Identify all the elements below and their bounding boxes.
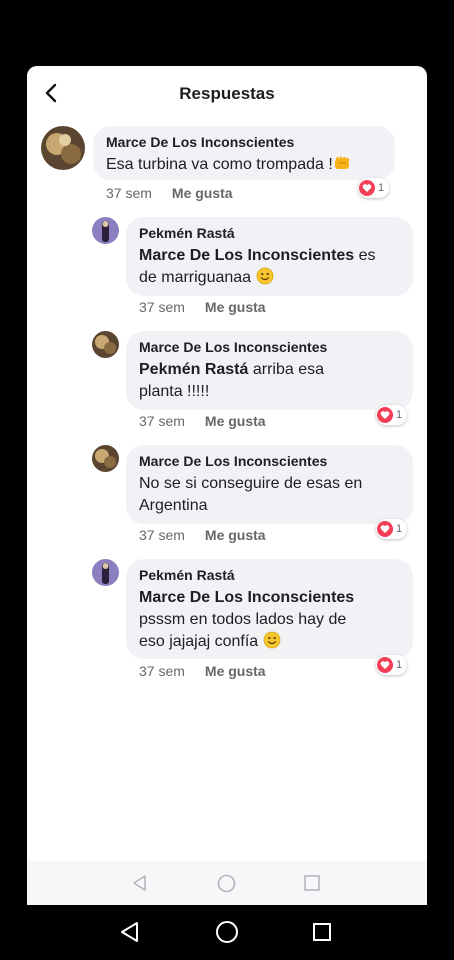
like-button[interactable]: Me gusta [205,527,266,543]
comment-bubble[interactable]: Marce De Los Inconscientes Pekmén Rastá … [126,331,413,410]
smile-emoji-icon [263,631,281,649]
like-button[interactable]: Me gusta [205,299,266,315]
smile-emoji-icon [256,267,274,285]
comment-bubble[interactable]: Marce De Los Inconscientes Esa turbina v… [93,126,395,180]
comment-text: Marce De Los Inconscientes psssm en todos… [139,589,355,650]
comment-bubble[interactable]: Pekmén Rastá Marce De Los Inconscientes … [126,217,413,296]
system-home-icon[interactable] [215,920,239,944]
comment-meta: 37 sem Me gusta [139,527,266,543]
reaction-summary[interactable]: 1 [376,519,408,539]
comment-text: Marce De Los Inconscientes es de marrigua… [139,247,376,286]
comment-time: 37 sem [139,663,185,679]
comment-text: Esa turbina va como trompada ! [106,154,383,176]
back-triangle-icon[interactable] [131,874,149,892]
comment-text: Pekmén Rastá arriba esa planta !!!!! [139,361,324,400]
comment-meta: 37 sem Me gusta [139,413,266,429]
comment-time: 37 sem [139,299,185,315]
home-circle-icon[interactable] [217,874,236,893]
avatar[interactable] [92,217,119,244]
like-button[interactable]: Me gusta [205,413,266,429]
comment-bubble[interactable]: Pekmén Rastá Marce De Los Inconscientes p… [126,559,413,659]
reaction-count: 1 [396,409,403,421]
reaction-count: 1 [396,523,403,535]
recents-square-icon[interactable] [303,874,321,892]
like-button[interactable]: Me gusta [172,185,233,201]
comment-author[interactable]: Marce De Los Inconscientes [106,134,383,151]
page-title: Respuestas [179,84,275,103]
comment-author[interactable]: Pekmén Rastá [139,567,401,584]
heart-reaction-icon [377,657,393,673]
mention-link[interactable]: Pekmén Rastá [139,361,248,378]
mention-link[interactable]: Marce De Los Inconscientes [139,247,354,264]
heart-reaction-icon [377,407,393,423]
comment-author[interactable]: Pekmén Rastá [139,225,401,242]
reaction-count: 1 [396,659,403,671]
inner-nav-bar [27,861,427,905]
reaction-summary[interactable]: 1 [376,655,408,675]
comment-meta: 37 sem Me gusta [106,185,233,201]
reaction-count: 1 [378,182,385,194]
heart-reaction-icon [377,521,393,537]
avatar[interactable] [41,126,85,170]
header: Respuestas [27,66,427,120]
avatar[interactable] [92,331,119,358]
comment-bubble[interactable]: Marce De Los Inconscientes No se si cons… [126,445,413,524]
system-back-icon[interactable] [118,920,142,944]
avatar[interactable] [92,445,119,472]
comment-author[interactable]: Marce De Los Inconscientes [139,339,401,356]
comment-time: 37 sem [139,413,185,429]
mention-link[interactable]: Marce De Los Inconscientes [139,589,354,606]
comment-meta: 37 sem Me gusta [139,299,266,315]
comment-time: 37 sem [139,527,185,543]
like-button[interactable]: Me gusta [205,663,266,679]
fist-emoji-icon [333,154,351,172]
comment-time: 37 sem [106,185,152,201]
comment-author[interactable]: Marce De Los Inconscientes [139,453,401,470]
comment-text: No se si conseguire de esas en Argentina [139,475,363,514]
reaction-summary[interactable]: 1 [358,178,390,198]
avatar[interactable] [92,559,119,586]
comment-meta: 37 sem Me gusta [139,663,266,679]
system-recents-icon[interactable] [312,922,332,942]
reaction-summary[interactable]: 1 [376,405,408,425]
heart-reaction-icon [359,180,375,196]
replies-panel: Respuestas Marce De Los Inconscientes Es… [27,66,427,861]
